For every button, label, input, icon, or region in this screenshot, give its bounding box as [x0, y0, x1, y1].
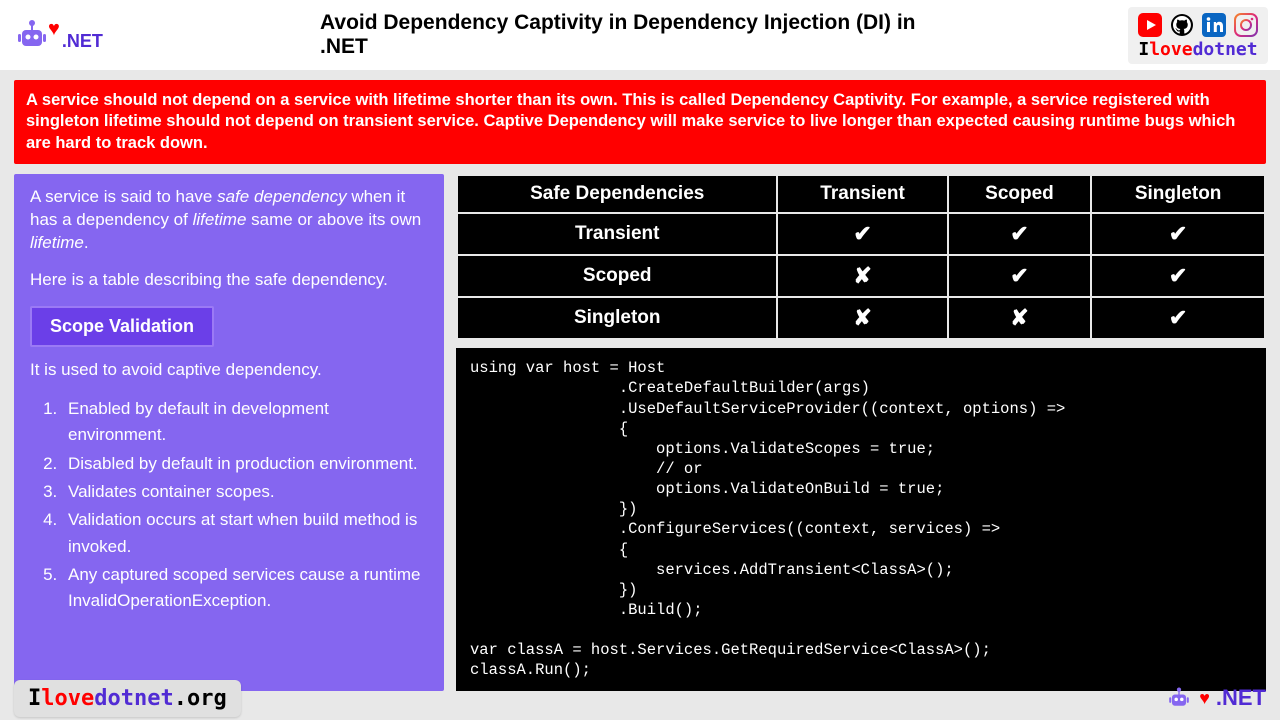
left-column: A service is said to have safe dependenc…: [14, 174, 444, 690]
footer-right: ♥ .NET: [1165, 684, 1266, 712]
row-label: Singleton: [458, 298, 776, 338]
brand-love: love: [1149, 39, 1192, 60]
row-label: Scoped: [458, 256, 776, 296]
t: safe dependency: [217, 187, 347, 206]
t: A service is said to have: [30, 187, 217, 206]
footer-dotnet-text: .NET: [1216, 685, 1266, 711]
footer: Ilovedotnet.org ♥ .NET: [0, 676, 1280, 720]
footer-url[interactable]: Ilovedotnet.org: [14, 680, 241, 717]
social-icons: [1138, 13, 1258, 37]
brand-dotnet: dotnet: [94, 686, 173, 711]
page-title: Avoid Dependency Captivity in Dependency…: [320, 11, 960, 59]
brand-i: I: [1138, 39, 1149, 60]
cross-icon: ✘: [778, 256, 946, 296]
table-row: Transient ✔ ✔ ✔: [458, 214, 1264, 254]
robot-icon: [1165, 684, 1193, 712]
t: lifetime: [193, 210, 247, 229]
right-column: Safe Dependencies Transient Scoped Singl…: [456, 174, 1266, 690]
instagram-icon[interactable]: [1234, 13, 1258, 37]
github-icon[interactable]: [1170, 13, 1194, 37]
table-header-row: Safe Dependencies Transient Scoped Singl…: [458, 176, 1264, 212]
youtube-icon[interactable]: [1138, 13, 1162, 37]
list-item: Validates container scopes.: [62, 479, 428, 505]
t: .: [84, 233, 89, 252]
columns: A service is said to have safe dependenc…: [14, 174, 1266, 690]
brand-org: .org: [174, 686, 227, 711]
t: same or above its own: [246, 210, 421, 229]
logo-dotnet-text: .NET: [62, 31, 103, 52]
brand-text-header: Ilovedotnet: [1138, 39, 1258, 60]
check-icon: ✔: [1092, 298, 1264, 338]
check-icon: ✔: [949, 256, 1091, 296]
check-icon: ✔: [1092, 256, 1264, 296]
safe-dependency-para: A service is said to have safe dependenc…: [30, 186, 428, 255]
scope-desc: It is used to avoid captive dependency.: [30, 359, 428, 382]
list-item: Enabled by default in development enviro…: [62, 396, 428, 449]
brand-i: I: [28, 686, 41, 711]
check-icon: ✔: [949, 214, 1091, 254]
table-row: Singleton ✘ ✘ ✔: [458, 298, 1264, 338]
th-singleton: Singleton: [1092, 176, 1264, 212]
brand-dotnet: dotnet: [1193, 39, 1258, 60]
cross-icon: ✘: [949, 298, 1091, 338]
row-label: Transient: [458, 214, 776, 254]
cross-icon: ✘: [778, 298, 946, 338]
check-icon: ✔: [778, 214, 946, 254]
heart-icon: ♥: [48, 18, 60, 41]
th-safe: Safe Dependencies: [458, 176, 776, 212]
heart-icon: ♥: [1199, 688, 1210, 709]
t: lifetime: [30, 233, 84, 252]
list-item: Any captured scoped services cause a run…: [62, 562, 428, 615]
brand-love: love: [41, 686, 94, 711]
header-right: Ilovedotnet: [1128, 7, 1268, 64]
warning-banner: A service should not depend on a service…: [14, 80, 1266, 164]
header: ♥ .NET Avoid Dependency Captivity in Dep…: [0, 0, 1280, 70]
code-block: using var host = Host .CreateDefaultBuil…: [456, 348, 1266, 690]
table-row: Scoped ✘ ✔ ✔: [458, 256, 1264, 296]
list-item: Disabled by default in production enviro…: [62, 451, 428, 477]
scope-validation-heading: Scope Validation: [30, 306, 214, 347]
scope-list: Enabled by default in development enviro…: [30, 396, 428, 615]
safe-dependencies-table: Safe Dependencies Transient Scoped Singl…: [456, 174, 1266, 340]
table-intro-para: Here is a table describing the safe depe…: [30, 269, 428, 292]
linkedin-icon[interactable]: [1202, 13, 1226, 37]
check-icon: ✔: [1092, 214, 1264, 254]
robot-icon: [12, 15, 52, 55]
list-item: Validation occurs at start when build me…: [62, 507, 428, 560]
th-scoped: Scoped: [949, 176, 1091, 212]
logo-left: ♥ .NET: [12, 15, 103, 55]
th-transient: Transient: [778, 176, 946, 212]
content: A service should not depend on a service…: [0, 70, 1280, 691]
